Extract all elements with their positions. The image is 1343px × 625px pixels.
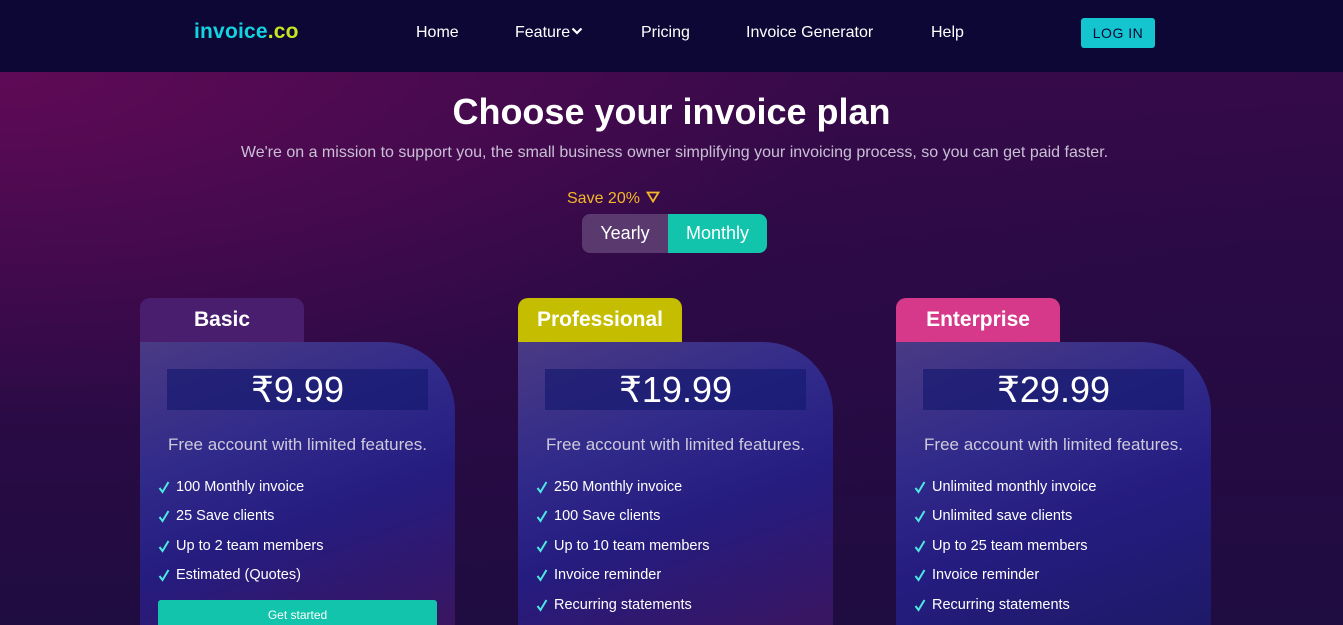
nav-link-help[interactable]: Help <box>931 24 964 42</box>
plan-card-basic: ₹9.99 Free account with limited features… <box>140 342 455 625</box>
check-icon <box>158 510 170 524</box>
login-button[interactable]: LOG IN <box>1081 18 1155 48</box>
plan-price: ₹29.99 <box>923 369 1184 410</box>
feature-text: Recurring statements <box>932 596 1070 613</box>
check-icon <box>914 540 926 553</box>
save-badge: Save 20% <box>567 190 661 208</box>
nav-link-pricing[interactable]: Pricing <box>641 24 690 42</box>
check-icon <box>914 569 926 583</box>
plan-description: Free account with limited features. <box>168 435 427 454</box>
check-icon <box>536 540 548 553</box>
feature-text: Unlimited save clients <box>932 508 1073 525</box>
get-started-button[interactable]: Get started <box>158 600 437 625</box>
feature-list: 250 Monthly invoice 100 Save clients Up … <box>536 472 710 620</box>
save-label: Save 20% <box>567 190 640 207</box>
nav-link-home[interactable]: Home <box>416 24 459 42</box>
plan-description: Free account with limited features. <box>546 435 805 454</box>
check-icon <box>536 510 548 524</box>
feature-text: Estimated (Quotes) <box>176 567 301 584</box>
feature-item: Estimated (Quotes) <box>158 561 323 591</box>
top-navbar: invoice.co Home Feature Pricing Invoice … <box>0 0 1343 72</box>
feature-text: 250 Monthly invoice <box>554 478 683 495</box>
feature-item: Up to 2 team members <box>158 531 323 561</box>
feature-item: Unlimited monthly invoice <box>914 472 1096 502</box>
feature-item: 100 Monthly invoice <box>158 472 323 502</box>
plan-price: ₹9.99 <box>167 369 428 410</box>
plan-description: Free account with limited features. <box>924 435 1183 454</box>
feature-item: Invoice reminder <box>914 561 1096 591</box>
feature-text: Invoice reminder <box>932 567 1040 584</box>
check-icon <box>536 481 548 494</box>
toggle-yearly[interactable]: Yearly <box>582 214 668 253</box>
feature-item: Recurring statements <box>914 590 1096 620</box>
triangle-down-icon <box>645 191 661 204</box>
plan-tab-enterprise[interactable]: Enterprise <box>896 298 1060 342</box>
feature-list: Unlimited monthly invoice Unlimited save… <box>914 472 1096 620</box>
plan-price: ₹19.99 <box>545 369 806 410</box>
feature-item: Up to 10 team members <box>536 531 710 561</box>
nav-link-feature[interactable]: Feature <box>515 24 583 42</box>
feature-item: Recurring statements <box>536 590 710 620</box>
billing-toggle: Yearly Monthly <box>582 214 767 253</box>
feature-text: Recurring statements <box>554 596 692 613</box>
feature-text: 25 Save clients <box>176 508 275 525</box>
nav-link-feature-label: Feature <box>515 24 571 41</box>
plan-tab-basic[interactable]: Basic <box>140 298 304 342</box>
nav-link-invoice-generator[interactable]: Invoice Generator <box>746 24 873 42</box>
logo-part-invoice: invoice <box>194 20 268 43</box>
feature-text: Invoice reminder <box>554 567 662 584</box>
feature-item: 25 Save clients <box>158 502 323 532</box>
feature-item: Up to 25 team members <box>914 531 1096 561</box>
feature-text: Up to 10 team members <box>554 537 710 554</box>
feature-text: Up to 2 team members <box>176 537 324 554</box>
page-title: Choose your invoice plan <box>452 91 891 132</box>
feature-item: 250 Monthly invoice <box>536 472 710 502</box>
toggle-monthly[interactable]: Monthly <box>668 214 767 253</box>
check-icon <box>914 510 926 524</box>
check-icon <box>536 599 548 612</box>
plan-card-professional: ₹19.99 Free account with limited feature… <box>518 342 833 625</box>
logo[interactable]: invoice.co <box>194 20 299 44</box>
check-icon <box>536 569 548 583</box>
feature-item: 100 Save clients <box>536 502 710 532</box>
check-icon <box>158 481 170 494</box>
check-icon <box>914 481 926 494</box>
feature-list: 100 Monthly invoice 25 Save clients Up t… <box>158 472 323 590</box>
feature-item: Unlimited save clients <box>914 502 1096 532</box>
feature-text: 100 Save clients <box>554 508 661 525</box>
check-icon <box>158 540 170 553</box>
check-icon <box>158 569 170 583</box>
check-icon <box>914 599 926 612</box>
logo-part-co: .co <box>267 20 299 43</box>
feature-text: 100 Monthly invoice <box>176 478 305 495</box>
feature-text: Up to 25 team members <box>932 537 1088 554</box>
feature-text: Unlimited monthly invoice <box>932 478 1097 495</box>
page-subtitle: We're on a mission to support you, the s… <box>240 144 1109 161</box>
plan-tab-professional[interactable]: Professional <box>518 298 682 342</box>
feature-item: Invoice reminder <box>536 561 710 591</box>
chevron-down-icon <box>571 27 583 35</box>
plan-card-enterprise: ₹29.99 Free account with limited feature… <box>896 342 1211 625</box>
